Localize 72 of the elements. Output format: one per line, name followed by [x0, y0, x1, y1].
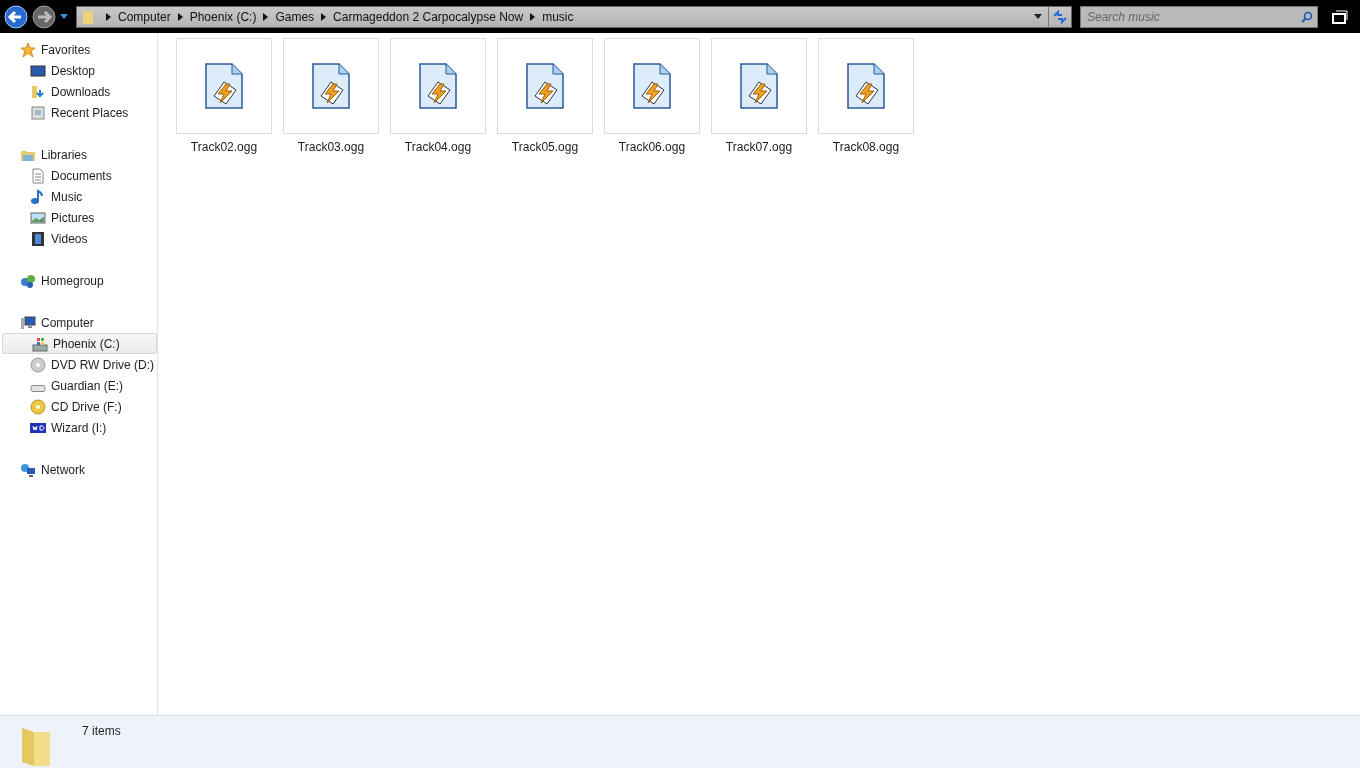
picture-icon — [30, 209, 46, 226]
audio-file-icon — [525, 62, 565, 110]
sidebar-item[interactable]: Music — [0, 186, 157, 207]
file-name: Track05.ogg — [511, 140, 579, 154]
chevron-right-icon — [320, 12, 328, 21]
search-icon — [1301, 10, 1313, 23]
audio-file-icon — [739, 62, 779, 110]
sidebar-item[interactable]: Homegroup — [0, 270, 157, 291]
file-name: Track02.ogg — [190, 140, 258, 154]
drive-icon — [30, 384, 46, 392]
sidebar-item[interactable]: Documents — [0, 165, 157, 186]
dropdown-caret-icon[interactable] — [1034, 14, 1042, 19]
chevron-right-icon — [262, 12, 270, 21]
sidebar-item[interactable]: Recent Places — [0, 102, 157, 123]
sidebar-item[interactable]: CD Drive (F:) — [0, 396, 157, 417]
breadcrumb-item[interactable]: Computer — [112, 9, 177, 24]
breadcrumb-item[interactable]: music — [536, 9, 580, 24]
monitor-icon — [30, 62, 46, 79]
item-count: 7 items — [82, 724, 121, 738]
document-icon — [30, 167, 46, 184]
caret-icon[interactable] — [60, 14, 68, 19]
file-name: Track08.ogg — [832, 140, 900, 154]
computer-icon — [20, 314, 36, 331]
network-icon — [20, 461, 36, 478]
disc-icon — [30, 356, 46, 373]
chevron-right-icon — [176, 12, 184, 21]
address-bar[interactable]: Computer Phoenix (C:) Games Carmageddon 2 Carpocalypse Now music — [76, 5, 1072, 28]
sidebar-item[interactable]: Guardian (E:) — [0, 375, 157, 396]
recent-places-icon — [30, 104, 46, 121]
breadcrumb-item[interactable]: Carmageddon 2 Carpocalypse Now — [327, 9, 530, 24]
audio-file-icon — [846, 62, 886, 110]
file-thumbnail[interactable] — [604, 38, 700, 134]
sidebar-item[interactable]: Computer — [0, 312, 157, 333]
file-thumbnail[interactable] — [283, 38, 379, 134]
sidebar-item[interactable]: Videos — [0, 228, 157, 249]
file-name: Track03.ogg — [297, 140, 365, 154]
forward-button[interactable] — [32, 4, 56, 29]
film-icon — [30, 230, 46, 247]
file-thumbnail[interactable] — [497, 38, 593, 134]
file-thumbnail[interactable] — [711, 38, 807, 134]
breadcrumb-item[interactable]: Games — [269, 9, 321, 24]
sidebar-item[interactable]: Network — [0, 459, 157, 480]
audio-file-icon — [418, 62, 458, 110]
audio-file-icon — [632, 62, 672, 110]
sidebar-item[interactable]: Desktop — [0, 60, 157, 81]
sidebar-item[interactable]: DVD RW Drive (D:) — [0, 354, 157, 375]
sidebar-item[interactable]: Downloads — [0, 81, 157, 102]
folder-arrow-icon — [30, 83, 46, 100]
sidebar-item[interactable]: Phoenix (C:) — [2, 333, 157, 354]
sidebar-item[interactable]: Favorites — [0, 39, 157, 60]
file-thumbnail[interactable] — [390, 38, 486, 134]
homegroup-icon — [20, 272, 36, 289]
search-field[interactable]: Search music — [1080, 5, 1318, 28]
file-name: Track04.ogg — [404, 140, 472, 154]
star-icon — [20, 41, 36, 58]
sidebar-item[interactable]: Pictures — [0, 207, 157, 228]
back-button[interactable] — [4, 4, 28, 29]
music-note-icon — [30, 188, 46, 205]
sidebar-item[interactable]: Wizard (I:) — [0, 417, 157, 438]
breadcrumb-item[interactable]: Phoenix (C:) — [183, 9, 263, 24]
file-thumbnail[interactable] — [176, 38, 272, 134]
cd-icon — [30, 398, 46, 415]
sidebar-item[interactable]: Libraries — [0, 144, 157, 165]
file-thumbnail[interactable] — [818, 38, 914, 134]
restore-window-icon[interactable] — [1332, 9, 1348, 24]
system-drive-icon — [32, 335, 48, 352]
chevron-right-icon — [105, 12, 112, 21]
file-name: Track07.ogg — [725, 140, 793, 154]
chevron-right-icon — [529, 12, 537, 21]
file-name: Track06.ogg — [618, 140, 686, 154]
audio-file-icon — [311, 62, 351, 110]
audio-file-icon — [204, 62, 244, 110]
